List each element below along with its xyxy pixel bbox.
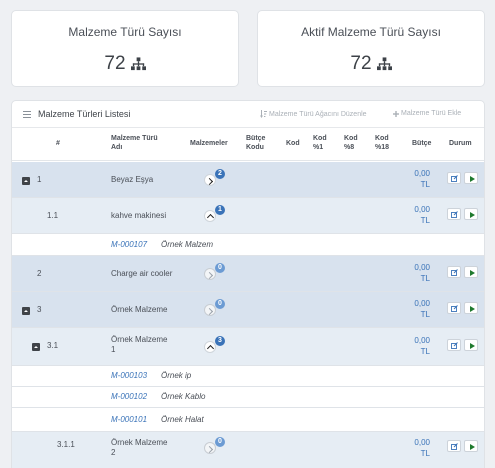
sitemap-icon xyxy=(376,57,392,71)
row-budget: 0,00 TL xyxy=(414,205,430,225)
col-kod18: Kod %18 xyxy=(375,135,390,151)
edit-icon xyxy=(451,211,458,218)
edit-icon xyxy=(451,443,458,450)
material-types-panel: Malzeme Türleri Listesi Malzeme Türü Ağa… xyxy=(11,100,485,468)
material-row: M-000101 Örnek Halat xyxy=(12,408,484,432)
row-name: Örnek Malzeme 1 xyxy=(111,335,168,354)
row-name: Charge air cooler xyxy=(111,269,173,278)
materials-count-badge: 3 xyxy=(215,336,225,346)
activate-button[interactable] xyxy=(464,440,478,452)
row-name: kahve makinesi xyxy=(111,211,167,220)
row-budget: 0,00 TL xyxy=(414,299,430,319)
col-status: Durum xyxy=(449,140,472,147)
material-name: Örnek Kablo xyxy=(161,392,206,401)
expand-materials-icon[interactable] xyxy=(204,174,216,186)
materials-count-badge: 0 xyxy=(215,299,225,309)
table-row: 1 Beyaz Eşya 2 0,00 TL xyxy=(12,162,484,198)
row-number: 1 xyxy=(37,175,42,184)
edit-tree-button[interactable]: Malzeme Türü Ağacını Düzenle xyxy=(260,110,367,118)
material-code-link[interactable]: M-000101 xyxy=(111,415,147,424)
edit-icon xyxy=(451,342,458,349)
row-budget: 0,00 TL xyxy=(414,263,430,283)
col-kod1: Kod %1 xyxy=(313,135,327,151)
row-number: 2 xyxy=(37,269,42,278)
add-type-button[interactable]: Malzeme Türü Ekle xyxy=(393,110,461,117)
col-kod8: Kod %8 xyxy=(344,135,358,151)
col-name: Malzeme Türü Adı xyxy=(111,135,158,151)
panel-header: Malzeme Türleri Listesi Malzeme Türü Ağa… xyxy=(12,101,484,128)
material-name: Örnek ip xyxy=(161,371,192,380)
col-budget-code: Bütçe Kodu xyxy=(246,135,266,151)
collapse-toggle-icon[interactable] xyxy=(22,177,30,185)
edit-icon xyxy=(451,175,458,182)
activate-button[interactable] xyxy=(464,266,478,278)
row-budget: 0,00 TL xyxy=(414,169,430,189)
activate-button[interactable] xyxy=(464,339,478,351)
active-types-label: Aktif Malzeme Türü Sayısı xyxy=(301,25,441,39)
expand-materials-icon[interactable] xyxy=(204,304,216,316)
col-materials: Malzemeler xyxy=(190,140,228,147)
material-code-link[interactable]: M-000107 xyxy=(111,240,147,249)
material-row: M-000103 Örnek ip xyxy=(12,366,484,387)
col-num: # xyxy=(56,140,60,147)
list-icon xyxy=(23,111,31,118)
collapse-toggle-icon[interactable] xyxy=(32,343,40,351)
sort-icon xyxy=(260,110,267,118)
active-types-value: 72 xyxy=(350,53,372,74)
total-types-value: 72 xyxy=(104,53,126,74)
activate-button[interactable] xyxy=(464,208,478,220)
material-code-link[interactable]: M-000103 xyxy=(111,371,147,380)
plus-icon xyxy=(393,110,399,117)
material-row: M-000107 Örnek Malzem xyxy=(12,234,484,256)
table-header: # Malzeme Türü Adı Malzemeler Bütçe Kodu K… xyxy=(12,128,484,161)
table-row: 3.1 Örnek Malzeme 1 3 0,00 TL xyxy=(12,328,484,366)
materials-count-badge: 0 xyxy=(215,263,225,273)
activate-button[interactable] xyxy=(464,302,478,314)
total-types-card: Malzeme Türü Sayısı 72 xyxy=(11,10,239,87)
total-types-label: Malzeme Türü Sayısı xyxy=(68,25,182,39)
materials-count-badge: 1 xyxy=(215,205,225,215)
row-name: Örnek Malzeme 2 xyxy=(111,438,168,457)
edit-button[interactable] xyxy=(447,440,461,452)
edit-button[interactable] xyxy=(447,339,461,351)
edit-icon xyxy=(451,305,458,312)
edit-button[interactable] xyxy=(447,208,461,220)
row-number: 3.1 xyxy=(47,341,59,350)
col-kod: Kod xyxy=(286,140,300,147)
edit-button[interactable] xyxy=(447,266,461,278)
add-type-label: Malzeme Türü Ekle xyxy=(401,110,462,117)
table-row: 1.1 kahve makinesi 1 0,00 TL xyxy=(12,198,484,234)
table-row: 3.1.1 Örnek Malzeme 2 0 0,00 TL xyxy=(12,432,484,468)
edit-button[interactable] xyxy=(447,302,461,314)
edit-tree-label: Malzeme Türü Ağacını Düzenle xyxy=(269,110,367,118)
col-budget: Bütçe xyxy=(412,140,432,147)
row-number: 3.1.1 xyxy=(57,440,75,449)
row-number: 3 xyxy=(37,305,42,314)
activate-button[interactable] xyxy=(464,172,478,184)
materials-count-badge: 2 xyxy=(215,169,225,179)
collapse-materials-icon[interactable] xyxy=(204,210,216,222)
panel-title: Malzeme Türleri Listesi xyxy=(38,109,131,119)
active-types-card: Aktif Malzeme Türü Sayısı 72 xyxy=(257,10,485,87)
expand-materials-icon[interactable] xyxy=(204,268,216,280)
row-budget: 0,00 TL xyxy=(414,336,430,356)
material-row: M-000102 Örnek Kablo xyxy=(12,387,484,408)
table-row: 3 Örnek Malzeme 0 0,00 TL xyxy=(12,292,484,328)
sitemap-icon xyxy=(130,57,146,71)
row-name: Beyaz Eşya xyxy=(111,175,154,184)
row-budget: 0,00 TL xyxy=(414,438,430,458)
material-name: Örnek Halat xyxy=(161,415,204,424)
collapse-materials-icon[interactable] xyxy=(204,341,216,353)
row-name: Örnek Malzeme xyxy=(111,305,168,314)
edit-button[interactable] xyxy=(447,172,461,184)
row-number: 1.1 xyxy=(47,211,59,220)
material-name: Örnek Malzem xyxy=(161,240,214,249)
edit-icon xyxy=(451,269,458,276)
expand-materials-icon[interactable] xyxy=(204,442,216,454)
materials-count-badge: 0 xyxy=(215,437,225,447)
collapse-toggle-icon[interactable] xyxy=(22,307,30,315)
table-row: 2 Charge air cooler 0 0,00 TL xyxy=(12,256,484,292)
material-code-link[interactable]: M-000102 xyxy=(111,392,147,401)
